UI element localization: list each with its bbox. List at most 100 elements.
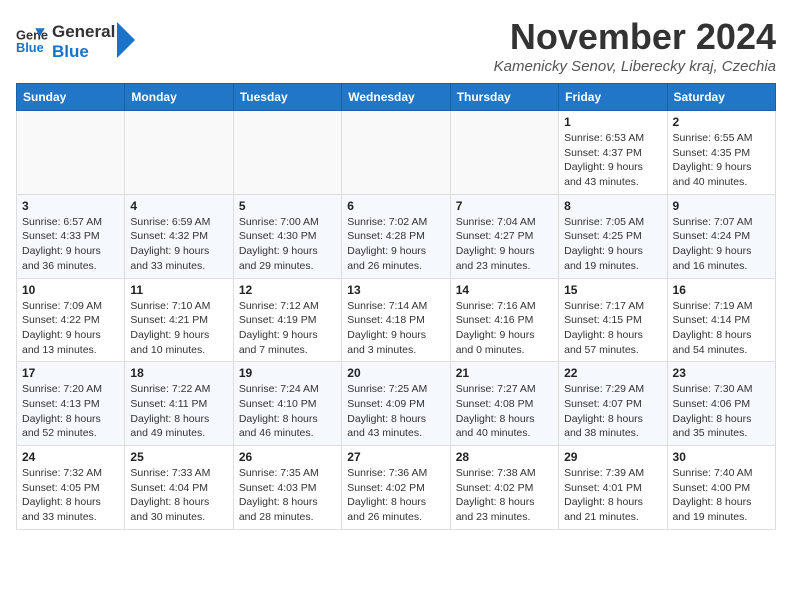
calendar-day-cell: 30 Sunrise: 7:40 AM Sunset: 4:00 PM Dayli… xyxy=(667,446,775,530)
day-info: Sunrise: 7:19 AM Sunset: 4:14 PM Dayligh… xyxy=(673,299,770,358)
day-number: 1 xyxy=(564,115,661,129)
calendar-day-cell: 9 Sunrise: 7:07 AM Sunset: 4:24 PM Daylig… xyxy=(667,194,775,278)
calendar-day-cell: 28 Sunrise: 7:38 AM Sunset: 4:02 PM Dayli… xyxy=(450,446,558,530)
day-info: Sunrise: 7:14 AM Sunset: 4:18 PM Dayligh… xyxy=(347,299,444,358)
empty-day-cell xyxy=(450,111,558,195)
calendar-day-cell: 6 Sunrise: 7:02 AM Sunset: 4:28 PM Daylig… xyxy=(342,194,450,278)
calendar-header-row: SundayMondayTuesdayWednesdayThursdayFrid… xyxy=(17,84,776,111)
day-info: Sunrise: 6:59 AM Sunset: 4:32 PM Dayligh… xyxy=(130,215,227,274)
calendar-day-cell: 4 Sunrise: 6:59 AM Sunset: 4:32 PM Daylig… xyxy=(125,194,233,278)
logo-icon: General Blue xyxy=(16,25,48,57)
title-area: November 2024 Kamenicky Senov, Liberecky… xyxy=(494,16,776,75)
calendar-day-cell: 15Sunrise: 7:17 AM Sunset: 4:15 PM Dayli… xyxy=(559,278,667,362)
day-number: 11 xyxy=(130,283,227,297)
day-number: 30 xyxy=(673,450,770,464)
logo-general: General xyxy=(52,22,115,42)
calendar-day-cell: 1 Sunrise: 6:53 AM Sunset: 4:37 PM Daylig… xyxy=(559,111,667,195)
day-number: 25 xyxy=(130,450,227,464)
day-info: Sunrise: 7:30 AM Sunset: 4:06 PM Dayligh… xyxy=(673,382,770,441)
day-info: Sunrise: 7:12 AM Sunset: 4:19 PM Dayligh… xyxy=(239,299,336,358)
empty-day-cell xyxy=(125,111,233,195)
day-number: 15 xyxy=(564,283,661,297)
calendar-day-cell: 7 Sunrise: 7:04 AM Sunset: 4:27 PM Daylig… xyxy=(450,194,558,278)
weekday-header-saturday: Saturday xyxy=(667,84,775,111)
day-info: Sunrise: 7:32 AM Sunset: 4:05 PM Dayligh… xyxy=(22,466,119,525)
weekday-header-friday: Friday xyxy=(559,84,667,111)
calendar-day-cell: 12 Sunrise: 7:12 AM Sunset: 4:19 PM Dayli… xyxy=(233,278,341,362)
day-number: 3 xyxy=(22,199,119,213)
weekday-header-thursday: Thursday xyxy=(450,84,558,111)
day-number: 29 xyxy=(564,450,661,464)
calendar-day-cell: 2 Sunrise: 6:55 AM Sunset: 4:35 PM Daylig… xyxy=(667,111,775,195)
day-info: Sunrise: 7:40 AM Sunset: 4:00 PM Dayligh… xyxy=(673,466,770,525)
day-info: Sunrise: 6:57 AM Sunset: 4:33 PM Dayligh… xyxy=(22,215,119,274)
calendar-day-cell: 16Sunrise: 7:19 AM Sunset: 4:14 PM Dayli… xyxy=(667,278,775,362)
calendar-week-row: 1 Sunrise: 6:53 AM Sunset: 4:37 PM Daylig… xyxy=(17,111,776,195)
calendar-day-cell: 13Sunrise: 7:14 AM Sunset: 4:18 PM Dayli… xyxy=(342,278,450,362)
day-info: Sunrise: 7:39 AM Sunset: 4:01 PM Dayligh… xyxy=(564,466,661,525)
calendar-day-cell: 18Sunrise: 7:22 AM Sunset: 4:11 PM Dayli… xyxy=(125,362,233,446)
empty-day-cell xyxy=(17,111,125,195)
day-info: Sunrise: 6:55 AM Sunset: 4:35 PM Dayligh… xyxy=(673,131,770,190)
day-number: 24 xyxy=(22,450,119,464)
day-number: 28 xyxy=(456,450,553,464)
day-number: 2 xyxy=(673,115,770,129)
day-number: 27 xyxy=(347,450,444,464)
day-info: Sunrise: 7:16 AM Sunset: 4:16 PM Dayligh… xyxy=(456,299,553,358)
day-number: 5 xyxy=(239,199,336,213)
logo: General Blue General Blue xyxy=(16,20,135,61)
weekday-header-wednesday: Wednesday xyxy=(342,84,450,111)
calendar-day-cell: 20Sunrise: 7:25 AM Sunset: 4:09 PM Dayli… xyxy=(342,362,450,446)
calendar-day-cell: 10 Sunrise: 7:09 AM Sunset: 4:22 PM Dayli… xyxy=(17,278,125,362)
day-info: Sunrise: 7:09 AM Sunset: 4:22 PM Dayligh… xyxy=(22,299,119,358)
day-info: Sunrise: 7:10 AM Sunset: 4:21 PM Dayligh… xyxy=(130,299,227,358)
day-info: Sunrise: 7:36 AM Sunset: 4:02 PM Dayligh… xyxy=(347,466,444,525)
day-info: Sunrise: 7:05 AM Sunset: 4:25 PM Dayligh… xyxy=(564,215,661,274)
day-number: 18 xyxy=(130,366,227,380)
calendar-day-cell: 8 Sunrise: 7:05 AM Sunset: 4:25 PM Daylig… xyxy=(559,194,667,278)
day-number: 8 xyxy=(564,199,661,213)
logo-blue: Blue xyxy=(52,42,115,62)
calendar-day-cell: 26Sunrise: 7:35 AM Sunset: 4:03 PM Dayli… xyxy=(233,446,341,530)
calendar-week-row: 10 Sunrise: 7:09 AM Sunset: 4:22 PM Dayli… xyxy=(17,278,776,362)
weekday-header-sunday: Sunday xyxy=(17,84,125,111)
calendar-day-cell: 17Sunrise: 7:20 AM Sunset: 4:13 PM Dayli… xyxy=(17,362,125,446)
day-number: 9 xyxy=(673,199,770,213)
day-number: 7 xyxy=(456,199,553,213)
day-number: 21 xyxy=(456,366,553,380)
day-info: Sunrise: 7:33 AM Sunset: 4:04 PM Dayligh… xyxy=(130,466,227,525)
day-info: Sunrise: 7:20 AM Sunset: 4:13 PM Dayligh… xyxy=(22,382,119,441)
empty-day-cell xyxy=(342,111,450,195)
day-info: Sunrise: 6:53 AM Sunset: 4:37 PM Dayligh… xyxy=(564,131,661,190)
calendar-day-cell: 11 Sunrise: 7:10 AM Sunset: 4:21 PM Dayli… xyxy=(125,278,233,362)
calendar-day-cell: 3 Sunrise: 6:57 AM Sunset: 4:33 PM Daylig… xyxy=(17,194,125,278)
day-info: Sunrise: 7:38 AM Sunset: 4:02 PM Dayligh… xyxy=(456,466,553,525)
svg-text:Blue: Blue xyxy=(16,40,44,55)
calendar-table: SundayMondayTuesdayWednesdayThursdayFrid… xyxy=(16,83,776,530)
day-info: Sunrise: 7:02 AM Sunset: 4:28 PM Dayligh… xyxy=(347,215,444,274)
calendar-day-cell: 24 Sunrise: 7:32 AM Sunset: 4:05 PM Dayli… xyxy=(17,446,125,530)
calendar-day-cell: 14 Sunrise: 7:16 AM Sunset: 4:16 PM Dayli… xyxy=(450,278,558,362)
calendar-day-cell: 22Sunrise: 7:29 AM Sunset: 4:07 PM Dayli… xyxy=(559,362,667,446)
day-info: Sunrise: 7:25 AM Sunset: 4:09 PM Dayligh… xyxy=(347,382,444,441)
day-info: Sunrise: 7:07 AM Sunset: 4:24 PM Dayligh… xyxy=(673,215,770,274)
day-number: 10 xyxy=(22,283,119,297)
day-number: 19 xyxy=(239,366,336,380)
day-number: 4 xyxy=(130,199,227,213)
day-number: 6 xyxy=(347,199,444,213)
day-number: 14 xyxy=(456,283,553,297)
calendar-week-row: 3 Sunrise: 6:57 AM Sunset: 4:33 PM Daylig… xyxy=(17,194,776,278)
calendar-week-row: 17Sunrise: 7:20 AM Sunset: 4:13 PM Dayli… xyxy=(17,362,776,446)
day-number: 23 xyxy=(673,366,770,380)
calendar-day-cell: 19 Sunrise: 7:24 AM Sunset: 4:10 PM Dayli… xyxy=(233,362,341,446)
header: General Blue General Blue November 2024 … xyxy=(16,16,776,75)
day-info: Sunrise: 7:24 AM Sunset: 4:10 PM Dayligh… xyxy=(239,382,336,441)
calendar-week-row: 24 Sunrise: 7:32 AM Sunset: 4:05 PM Dayli… xyxy=(17,446,776,530)
day-info: Sunrise: 7:04 AM Sunset: 4:27 PM Dayligh… xyxy=(456,215,553,274)
month-title: November 2024 xyxy=(494,16,776,58)
calendar-day-cell: 27 Sunrise: 7:36 AM Sunset: 4:02 PM Dayli… xyxy=(342,446,450,530)
day-info: Sunrise: 7:29 AM Sunset: 4:07 PM Dayligh… xyxy=(564,382,661,441)
day-number: 12 xyxy=(239,283,336,297)
calendar-day-cell: 29 Sunrise: 7:39 AM Sunset: 4:01 PM Dayli… xyxy=(559,446,667,530)
day-info: Sunrise: 7:27 AM Sunset: 4:08 PM Dayligh… xyxy=(456,382,553,441)
